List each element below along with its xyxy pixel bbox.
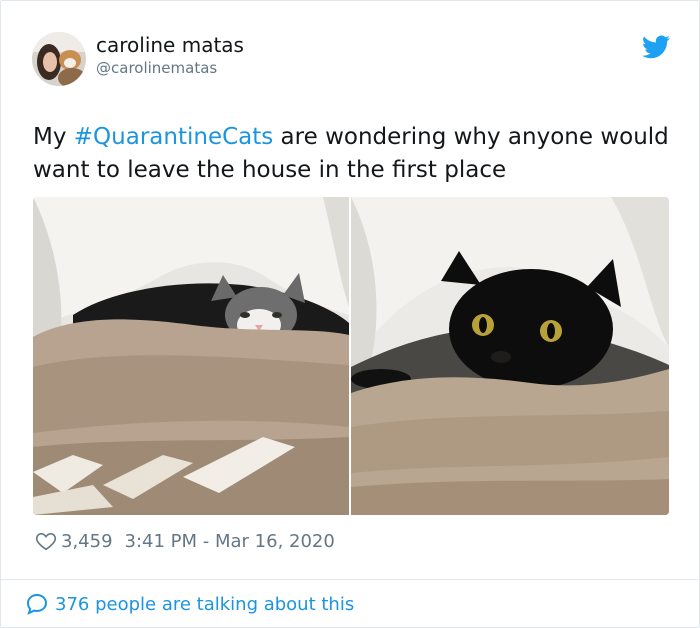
conversation-link[interactable]: 376 people are talking about this — [25, 591, 354, 617]
tweet-text: My #QuarantineCats are wondering why any… — [33, 121, 673, 187]
tweet-timestamp[interactable]: 3:41 PM - Mar 16, 2020 — [125, 531, 335, 552]
tweet-text-before: My — [33, 124, 74, 150]
user-handle[interactable]: @carolinematas — [96, 59, 217, 77]
display-name[interactable]: caroline matas — [96, 33, 244, 57]
tweet-card: caroline matas @carolinematas My #Quaran… — [0, 0, 700, 628]
hashtag-link[interactable]: #QuarantineCats — [74, 124, 273, 150]
speech-bubble-icon — [25, 592, 49, 616]
footer-divider — [1, 579, 699, 580]
heart-icon[interactable] — [35, 530, 57, 552]
tweet-photo-right[interactable] — [351, 197, 669, 515]
tweet-meta: 3,459 3:41 PM - Mar 16, 2020 — [35, 529, 335, 553]
tweet-photo-left[interactable] — [33, 197, 349, 515]
like-count[interactable]: 3,459 — [61, 531, 113, 552]
conversation-label[interactable]: 376 people are talking about this — [55, 594, 354, 615]
avatar[interactable] — [32, 32, 86, 86]
avatar-image — [32, 32, 86, 86]
twitter-bird-icon[interactable] — [642, 35, 670, 59]
